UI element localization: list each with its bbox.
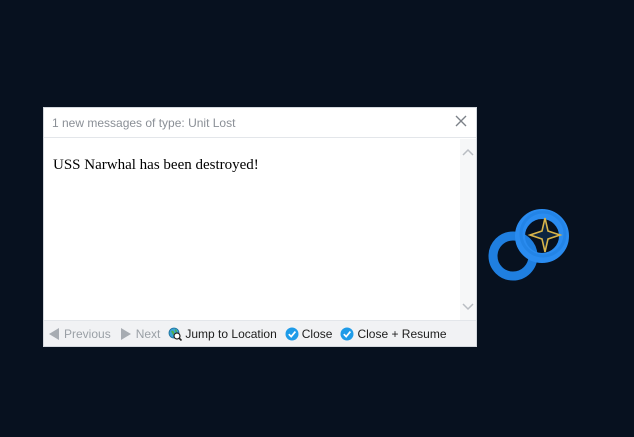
check-circle-icon	[285, 327, 299, 340]
close-label: Close	[301, 326, 333, 341]
previous-button[interactable]: Previous	[47, 324, 111, 344]
chevron-up-icon[interactable]	[462, 147, 474, 157]
dialog-title: 1 new messages of type: Unit Lost	[52, 116, 236, 130]
jump-to-location-button[interactable]: Jump to Location	[168, 324, 277, 344]
chevron-down-icon[interactable]	[462, 302, 474, 312]
message-text: USS Narwhal has been destroyed!	[53, 157, 259, 173]
check-circle-icon	[340, 327, 354, 340]
jump-to-location-label: Jump to Location	[185, 326, 277, 341]
message-content: USS Narwhal has been destroyed!	[44, 139, 460, 320]
close-icon[interactable]	[454, 114, 468, 128]
star-unit-marker-icon[interactable]	[488, 200, 574, 282]
close-resume-button[interactable]: Close + Resume	[340, 324, 447, 344]
close-resume-label: Close + Resume	[357, 326, 447, 341]
dialog-titlebar: 1 new messages of type: Unit Lost	[44, 108, 476, 138]
message-dialog: 1 new messages of type: Unit Lost USS Na…	[43, 107, 477, 347]
next-button[interactable]: Next	[119, 324, 161, 344]
dialog-toolbar: Previous Next Jump to Location Close Clo…	[44, 320, 476, 346]
vertical-scrollbar[interactable]	[460, 139, 476, 320]
previous-label: Previous	[64, 326, 111, 341]
globe-magnifier-icon	[168, 327, 183, 341]
close-button[interactable]: Close	[285, 324, 333, 344]
next-label: Next	[135, 326, 161, 341]
arrow-right-icon	[120, 327, 131, 340]
arrow-left-icon	[49, 327, 59, 340]
